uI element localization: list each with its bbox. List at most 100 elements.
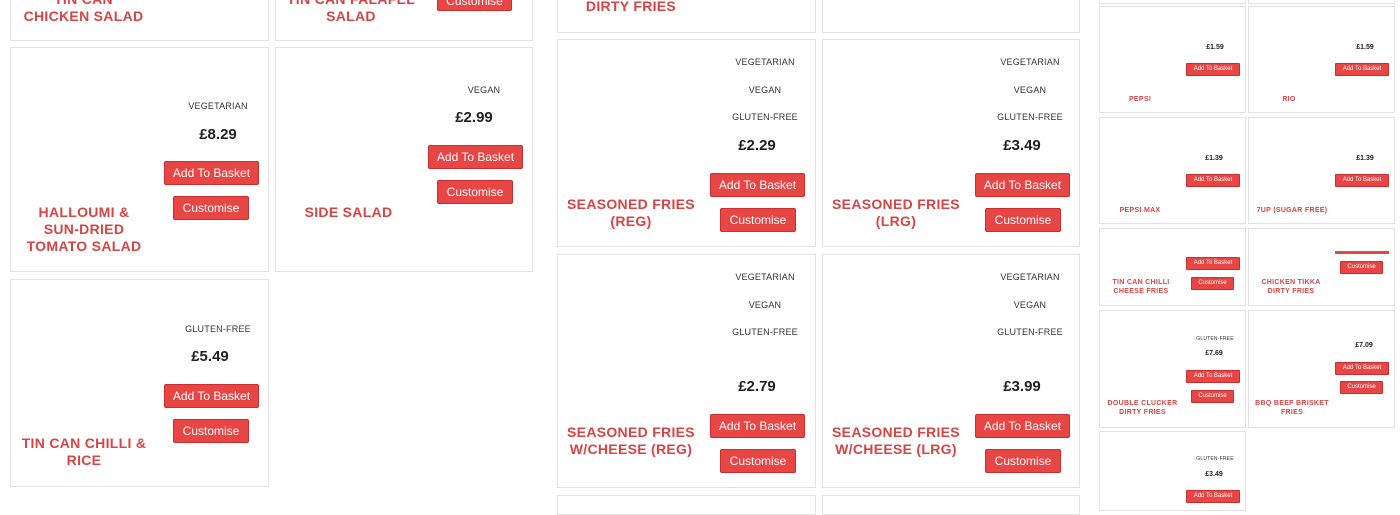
price: £3.99 — [1003, 378, 1041, 395]
product-card-dirty-fries[interactable]: DIRTY FRIES — [557, 0, 816, 33]
product-name[interactable]: TIN CAN FALAFEL SALAD — [281, 0, 421, 25]
dietary-tag: GLUTEN-FREE — [1196, 456, 1234, 462]
product-card-seasoned-fries-cheese-lrg[interactable]: VEGETARIAN VEGAN GLUTEN-FREE £3.99 Add T… — [822, 254, 1080, 488]
price: £2.99 — [455, 109, 493, 126]
add-to-basket-button[interactable]: Add To Basket — [164, 384, 259, 408]
product-card-partial-bottom[interactable]: GLUTEN-FREE £3.49 Add To Basket — [1099, 431, 1246, 511]
customise-button[interactable]: Customise — [437, 0, 512, 11]
product-name[interactable]: RIO — [1259, 95, 1319, 104]
product-name[interactable]: HALLOUMI & SUN-DRIED TOMATO SALAD — [19, 204, 149, 255]
dietary-tag: VEGAN — [1013, 85, 1047, 95]
add-to-basket-button[interactable]: Add To Basket — [164, 161, 259, 185]
add-to-basket-button[interactable]: Add To Basket — [1186, 174, 1240, 187]
customise-button[interactable]: Customise — [720, 449, 796, 473]
add-to-basket-button[interactable]: Add To Basket — [1335, 63, 1389, 76]
product-name[interactable]: SEASONED FRIES (LRG) — [831, 196, 961, 230]
product-card-chicken-tikka-dirty-fries[interactable]: Customise CHICKEN TIKKA DIRTY FRIES — [1248, 228, 1395, 306]
product-card-empty — [822, 0, 1080, 33]
price: £7.69 — [1205, 350, 1223, 357]
add-to-basket-button[interactable]: Add To Basket — [1186, 63, 1240, 76]
dietary-tag: GLUTEN-FREE — [997, 327, 1063, 337]
dietary-tag: VEGAN — [748, 85, 782, 95]
product-card-tin-can-falafel-salad[interactable]: TIN CAN FALAFEL SALAD Customise — [275, 0, 533, 41]
product-name[interactable]: CHICKEN TIKKA DIRTY FRIES — [1256, 278, 1326, 296]
product-name[interactable]: PEPSI MAX — [1110, 206, 1170, 215]
add-to-basket-button[interactable]: Add To Basket — [1335, 362, 1389, 375]
dietary-tag: GLUTEN-FREE — [732, 327, 798, 337]
add-to-basket-button[interactable]: Add To Basket — [1186, 490, 1240, 503]
product-name[interactable]: SEASONED FRIES (REG) — [566, 196, 696, 230]
customise-button[interactable]: Customise — [1340, 261, 1383, 274]
product-name[interactable]: DIRTY FRIES — [566, 0, 696, 15]
dietary-tag: VEGAN — [467, 85, 501, 95]
product-name[interactable]: TIN CAN CHILLI & RICE — [19, 435, 149, 469]
product-name[interactable]: SEASONED FRIES W/CHEESE (REG) — [566, 424, 696, 458]
product-name[interactable]: BBQ BEEF BRISKET FRIES — [1252, 399, 1332, 417]
customise-button[interactable]: Customise — [1340, 381, 1383, 394]
add-to-basket-button[interactable]: Add To Basket — [710, 173, 805, 197]
add-to-basket-button[interactable]: Add To Basket — [1335, 174, 1389, 187]
price: £1.59 — [1206, 44, 1224, 51]
price: £3.49 — [1003, 137, 1041, 154]
product-card-bbq-beef-brisket[interactable]: £7.09 Add To Basket Customise BBQ BEEF B… — [1248, 310, 1395, 428]
product-card-seasoned-fries-lrg[interactable]: VEGETARIAN VEGAN GLUTEN-FREE £3.49 Add T… — [822, 39, 1080, 247]
dietary-tag: VEGETARIAN — [188, 101, 248, 111]
dietary-tag: GLUTEN-FREE — [185, 324, 251, 334]
product-card-partial — [1099, 0, 1246, 4]
product-card-seasoned-fries-reg[interactable]: VEGETARIAN VEGAN GLUTEN-FREE £2.29 Add T… — [557, 39, 816, 247]
add-to-basket-button[interactable]: Add To Basket — [975, 414, 1070, 438]
price: £5.49 — [191, 348, 229, 365]
customise-button[interactable]: Customise — [985, 208, 1061, 232]
add-to-basket-button[interactable]: Add To Basket — [1186, 370, 1240, 383]
product-card-partial — [822, 495, 1080, 515]
price: £3.49 — [1205, 471, 1223, 478]
product-card-tin-can-chilli-cheese-fries[interactable]: Add To Basket Customise TIN CAN CHILLI C… — [1099, 228, 1246, 306]
customise-button[interactable]: Customise — [173, 419, 249, 443]
product-name[interactable]: DOUBLE CLUCKER DIRTY FRIES — [1105, 399, 1180, 417]
product-name[interactable]: SEASONED FRIES W/CHEESE (LRG) — [831, 424, 961, 458]
dietary-tag: VEGAN — [748, 300, 782, 310]
dietary-tag: GLUTEN-FREE — [732, 112, 798, 122]
product-card-halloumi-salad[interactable]: VEGETARIAN £8.29 Add To Basket Customise… — [10, 47, 269, 272]
product-name[interactable]: PEPSI — [1110, 95, 1170, 104]
price: £7.09 — [1355, 342, 1373, 349]
dietary-tag: VEGETARIAN — [1000, 57, 1060, 67]
add-to-basket-button[interactable]: Add To Basket — [975, 173, 1070, 197]
product-name[interactable]: TIN CAN CHILLI CHEESE FRIES — [1110, 278, 1172, 296]
customise-button[interactable]: Customise — [985, 449, 1061, 473]
product-card-seasoned-fries-cheese-reg[interactable]: VEGETARIAN VEGAN GLUTEN-FREE £2.79 Add T… — [557, 254, 816, 488]
add-to-basket-button[interactable]: Add To Basket — [1186, 257, 1240, 270]
dietary-tag: VEGETARIAN — [1000, 272, 1060, 282]
product-card-partial — [1248, 0, 1395, 4]
price: £1.59 — [1356, 44, 1374, 51]
product-name[interactable]: 7UP (SUGAR FREE) — [1252, 206, 1332, 215]
product-card-rio[interactable]: £1.59 Add To Basket RIO — [1248, 6, 1395, 113]
price: £1.39 — [1205, 155, 1223, 162]
dietary-tag: VEGETARIAN — [735, 57, 795, 67]
product-card-side-salad[interactable]: VEGAN £2.99 Add To Basket Customise SIDE… — [275, 47, 533, 272]
customise-button[interactable]: Customise — [437, 180, 513, 204]
add-to-basket-button[interactable]: Add To Basket — [428, 145, 523, 169]
product-card-partial — [557, 495, 816, 515]
dietary-tag: GLUTEN-FREE — [997, 112, 1063, 122]
product-card-pepsi-max[interactable]: £1.39 Add To Basket PEPSI MAX — [1099, 117, 1246, 224]
customise-button[interactable]: Customise — [720, 208, 796, 232]
customise-button[interactable]: Customise — [1191, 390, 1234, 403]
product-card-tin-can-chicken-salad[interactable]: TIN CAN CHICKEN SALAD — [10, 0, 269, 41]
add-to-basket-button[interactable]: Add To Basket — [710, 414, 805, 438]
product-card-7up-free[interactable]: £1.39 Add To Basket 7UP (SUGAR FREE) — [1248, 117, 1395, 224]
product-name[interactable]: SIDE SALAD — [286, 204, 411, 221]
price: £1.39 — [1356, 155, 1374, 162]
dietary-tag: GLUTEN-FREE — [1196, 336, 1234, 342]
product-name[interactable]: TIN CAN CHICKEN SALAD — [21, 0, 146, 25]
price: £8.29 — [199, 126, 237, 143]
customise-button[interactable]: Customise — [1191, 277, 1234, 290]
price: £2.79 — [738, 378, 776, 395]
price: £2.29 — [738, 137, 776, 154]
customise-button[interactable]: Customise — [173, 196, 249, 220]
product-card-pepsi[interactable]: £1.59 Add To Basket PEPSI — [1099, 6, 1246, 113]
dietary-tag: VEGETARIAN — [735, 272, 795, 282]
product-card-tin-can-chilli-rice[interactable]: GLUTEN-FREE £5.49 Add To Basket Customis… — [10, 279, 269, 487]
dietary-tag: VEGAN — [1013, 300, 1047, 310]
product-card-double-clucker[interactable]: GLUTEN-FREE £7.69 Add To Basket Customis… — [1099, 310, 1246, 428]
